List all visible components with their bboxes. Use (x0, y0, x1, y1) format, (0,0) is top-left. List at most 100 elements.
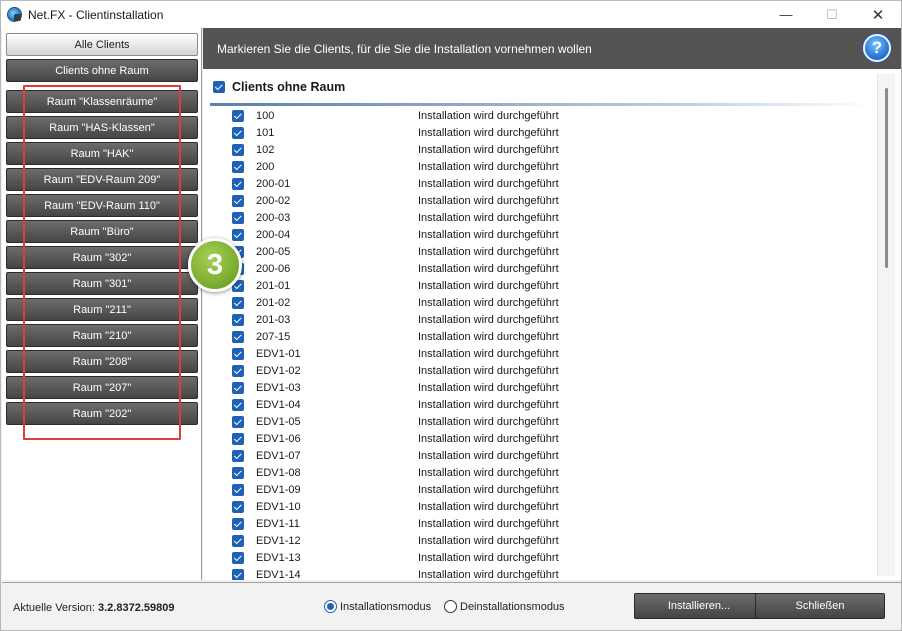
client-checkbox[interactable] (232, 229, 244, 241)
client-name: EDV1-07 (256, 450, 301, 462)
client-checkbox[interactable] (232, 348, 244, 360)
sidebar-item-all-clients[interactable]: Alle Clients (6, 33, 198, 56)
scrollbar[interactable] (877, 74, 895, 576)
client-checkbox[interactable] (232, 161, 244, 173)
uninstall-mode-radio[interactable]: Deinstallationsmodus (444, 600, 565, 613)
table-row[interactable]: EDV1-10 Installation wird durchgeführt (203, 499, 883, 516)
client-checkbox[interactable] (232, 212, 244, 224)
table-row[interactable]: EDV1-03 Installation wird durchgeführt (203, 380, 883, 397)
scrollbar-thumb[interactable] (885, 88, 888, 268)
client-status: Installation wird durchgeführt (418, 382, 559, 394)
table-row[interactable]: EDV1-11 Installation wird durchgeführt (203, 516, 883, 533)
client-rows: 100 Installation wird durchgeführt 101 Inst… (203, 108, 883, 580)
client-name: 200-03 (256, 212, 291, 224)
instruction-text: Markieren Sie die Clients, für die Sie d… (217, 42, 592, 56)
client-checkbox[interactable] (232, 195, 244, 207)
table-row[interactable]: 201-02 Installation wird durchgeführt (203, 295, 883, 312)
table-row[interactable]: EDV1-01 Installation wird durchgeführt (203, 346, 883, 363)
client-checkbox[interactable] (232, 314, 244, 326)
client-checkbox[interactable] (232, 365, 244, 377)
client-status: Installation wird durchgeführt (418, 297, 559, 309)
client-name: EDV1-03 (256, 382, 301, 394)
client-checkbox[interactable] (232, 110, 244, 122)
client-status: Installation wird durchgeführt (418, 263, 559, 275)
client-status: Installation wird durchgeführt (418, 433, 559, 445)
table-row[interactable]: 102 Installation wird durchgeführt (203, 142, 883, 159)
table-row[interactable]: EDV1-04 Installation wird durchgeführt (203, 397, 883, 414)
table-row[interactable]: EDV1-05 Installation wird durchgeführt (203, 414, 883, 431)
client-checkbox[interactable] (232, 127, 244, 139)
table-row[interactable]: EDV1-02 Installation wird durchgeführt (203, 363, 883, 380)
client-checkbox[interactable] (232, 382, 244, 394)
install-mode-radio[interactable]: Installationsmodus (324, 600, 431, 613)
help-icon[interactable]: ? (863, 34, 891, 62)
client-name: 200 (256, 161, 275, 173)
client-name: EDV1-04 (256, 399, 301, 411)
table-row[interactable]: 200-01 Installation wird durchgeführt (203, 176, 883, 193)
table-row[interactable]: 200 Installation wird durchgeführt (203, 159, 883, 176)
table-row[interactable]: 201-03 Installation wird durchgeführt (203, 312, 883, 329)
client-status: Installation wird durchgeführt (418, 569, 559, 580)
table-row[interactable]: EDV1-06 Installation wird durchgeführt (203, 431, 883, 448)
table-row[interactable]: 200-04 Installation wird durchgeführt (203, 227, 883, 244)
client-status: Installation wird durchgeführt (418, 314, 559, 326)
close-window-button[interactable]: ✕ (855, 1, 901, 28)
group-checkbox[interactable] (213, 81, 225, 93)
client-checkbox[interactable] (232, 501, 244, 513)
table-row[interactable]: EDV1-09 Installation wird durchgeführt (203, 482, 883, 499)
client-name: EDV1-06 (256, 433, 301, 445)
client-status: Installation wird durchgeführt (418, 399, 559, 411)
client-name: 207-15 (256, 331, 291, 343)
client-status: Installation wird durchgeführt (418, 467, 559, 479)
client-checkbox[interactable] (232, 399, 244, 411)
table-row[interactable]: 101 Installation wird durchgeführt (203, 125, 883, 142)
client-name: 201-01 (256, 280, 291, 292)
table-row[interactable]: EDV1-14 Installation wird durchgeführt (203, 567, 883, 580)
maximize-button[interactable]: ☐ (809, 1, 855, 28)
client-status: Installation wird durchgeführt (418, 416, 559, 428)
table-row[interactable]: 200-02 Installation wird durchgeführt (203, 193, 883, 210)
app-window: Net.FX - Clientinstallation — ☐ ✕ Alle C… (0, 0, 902, 631)
table-row[interactable]: EDV1-07 Installation wird durchgeführt (203, 448, 883, 465)
client-name: 200-02 (256, 195, 291, 207)
client-checkbox[interactable] (232, 484, 244, 496)
close-button[interactable]: Schließen (755, 593, 885, 619)
table-row[interactable]: 200-03 Installation wird durchgeführt (203, 210, 883, 227)
client-checkbox[interactable] (232, 416, 244, 428)
group-divider (210, 103, 875, 106)
table-row[interactable]: 100 Installation wird durchgeführt (203, 108, 883, 125)
client-name: EDV1-14 (256, 569, 301, 580)
client-checkbox[interactable] (232, 450, 244, 462)
highlight-box (23, 85, 181, 440)
client-status: Installation wird durchgeführt (418, 229, 559, 241)
client-checkbox[interactable] (232, 433, 244, 445)
group-title: Clients ohne Raum (232, 80, 346, 94)
client-name: 101 (256, 127, 275, 139)
client-status: Installation wird durchgeführt (418, 331, 559, 343)
main-header: Markieren Sie die Clients, für die Sie d… (203, 28, 901, 69)
client-checkbox[interactable] (232, 552, 244, 564)
client-checkbox[interactable] (232, 297, 244, 309)
table-row[interactable]: 200-05 Installation wird durchgeführt (203, 244, 883, 261)
client-name: EDV1-10 (256, 501, 301, 513)
client-status: Installation wird durchgeführt (418, 484, 559, 496)
client-checkbox[interactable] (232, 331, 244, 343)
table-row[interactable]: 207-15 Installation wird durchgeführt (203, 329, 883, 346)
client-checkbox[interactable] (232, 518, 244, 530)
table-row[interactable]: EDV1-13 Installation wird durchgeführt (203, 550, 883, 567)
client-checkbox[interactable] (232, 467, 244, 479)
client-checkbox[interactable] (232, 535, 244, 547)
version-value: 3.2.8372.59809 (98, 602, 175, 614)
table-row[interactable]: EDV1-08 Installation wird durchgeführt (203, 465, 883, 482)
minimize-button[interactable]: — (763, 1, 809, 28)
table-row[interactable]: 200-06 Installation wird durchgeführt (203, 261, 883, 278)
client-checkbox[interactable] (232, 569, 244, 580)
sidebar-item-no-room[interactable]: Clients ohne Raum (6, 59, 198, 82)
install-button[interactable]: Installieren... (634, 593, 764, 619)
client-checkbox[interactable] (232, 178, 244, 190)
client-status: Installation wird durchgeführt (418, 246, 559, 258)
table-row[interactable]: 201-01 Installation wird durchgeführt (203, 278, 883, 295)
table-row[interactable]: EDV1-12 Installation wird durchgeführt (203, 533, 883, 550)
client-status: Installation wird durchgeführt (418, 348, 559, 360)
client-checkbox[interactable] (232, 144, 244, 156)
